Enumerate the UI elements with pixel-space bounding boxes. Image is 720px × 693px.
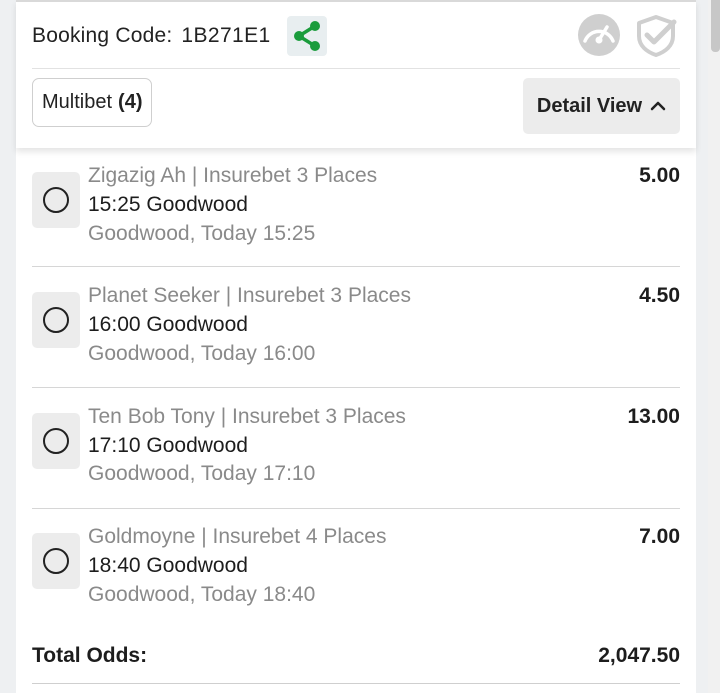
selection-odds: 4.50 <box>639 284 680 307</box>
selection-odds: 7.00 <box>639 525 680 548</box>
selection-radio-button[interactable] <box>32 413 80 469</box>
radio-circle-icon <box>43 428 69 454</box>
selection-event: 18:40 Goodwood <box>88 554 248 577</box>
selection-item: Planet Seeker | Insurebet 3 Places 16:00… <box>32 280 680 388</box>
selection-title: Ten Bob Tony | Insurebet 3 Places <box>88 405 406 428</box>
booking-code-value: 1B271E1 <box>181 24 271 47</box>
scrollbar-thumb[interactable] <box>711 0 720 52</box>
selection-radio-button[interactable] <box>32 533 80 589</box>
selection-title: Goldmoyne | Insurebet 4 Places <box>88 525 387 548</box>
selection-item: Goldmoyne | Insurebet 4 Places 18:40 Goo… <box>32 521 680 629</box>
radio-circle-icon <box>43 307 69 333</box>
selection-event-time: Goodwood, Today 18:40 <box>88 583 316 606</box>
share-icon <box>293 21 320 51</box>
total-odds-label: Total Odds: <box>32 644 148 667</box>
total-odds-value: 2,047.50 <box>598 644 680 667</box>
selection-item: Ten Bob Tony | Insurebet 3 Places 17:10 … <box>32 401 680 509</box>
tab-multibet[interactable]: Multibet (4) <box>32 78 153 127</box>
scrollbar-track[interactable] <box>708 0 720 693</box>
header-divider <box>32 68 680 69</box>
selection-event: 15:25 Goodwood <box>88 193 248 216</box>
chevron-up-icon <box>650 101 666 111</box>
selection-item: Zigazig Ah | Insurebet 3 Places 15:25 Go… <box>32 160 680 268</box>
multibet-count: (4) <box>118 91 143 113</box>
selection-radio-button[interactable] <box>32 172 80 228</box>
speedometer-icon[interactable] <box>576 12 622 58</box>
selection-odds: 13.00 <box>627 405 680 428</box>
selection-radio-button[interactable] <box>32 292 80 348</box>
multibet-label: Multibet <box>42 91 113 113</box>
booking-code-row: Booking Code: 1B271E1 <box>32 16 327 56</box>
selection-odds: 5.00 <box>639 164 680 187</box>
radio-circle-icon <box>43 187 69 213</box>
selection-event: 17:10 Goodwood <box>88 434 248 457</box>
selection-divider <box>32 266 680 267</box>
detail-view-label: Detail View <box>536 94 643 117</box>
selection-event: 16:00 Goodwood <box>88 313 248 336</box>
share-button[interactable] <box>286 16 327 56</box>
selection-divider <box>32 508 680 509</box>
total-odds-row: Total Odds: 2,047.50 <box>32 640 680 674</box>
selection-title: Planet Seeker | Insurebet 3 Places <box>88 284 411 307</box>
selection-event-time: Goodwood, Today 15:25 <box>88 222 316 245</box>
selection-event-time: Goodwood, Today 17:10 <box>88 462 316 485</box>
selection-event-time: Goodwood, Today 16:00 <box>88 342 316 365</box>
total-divider <box>32 683 680 684</box>
shield-check-icon[interactable] <box>634 14 678 58</box>
selection-title: Zigazig Ah | Insurebet 3 Places <box>88 164 378 187</box>
selection-divider <box>32 387 680 388</box>
detail-view-button[interactable]: Detail View <box>523 78 680 134</box>
betslip-header: Booking Code: 1B271E1 Multibet (4) Detai… <box>16 0 696 148</box>
radio-circle-icon <box>43 548 69 574</box>
booking-code-label: Booking Code: <box>32 24 173 47</box>
